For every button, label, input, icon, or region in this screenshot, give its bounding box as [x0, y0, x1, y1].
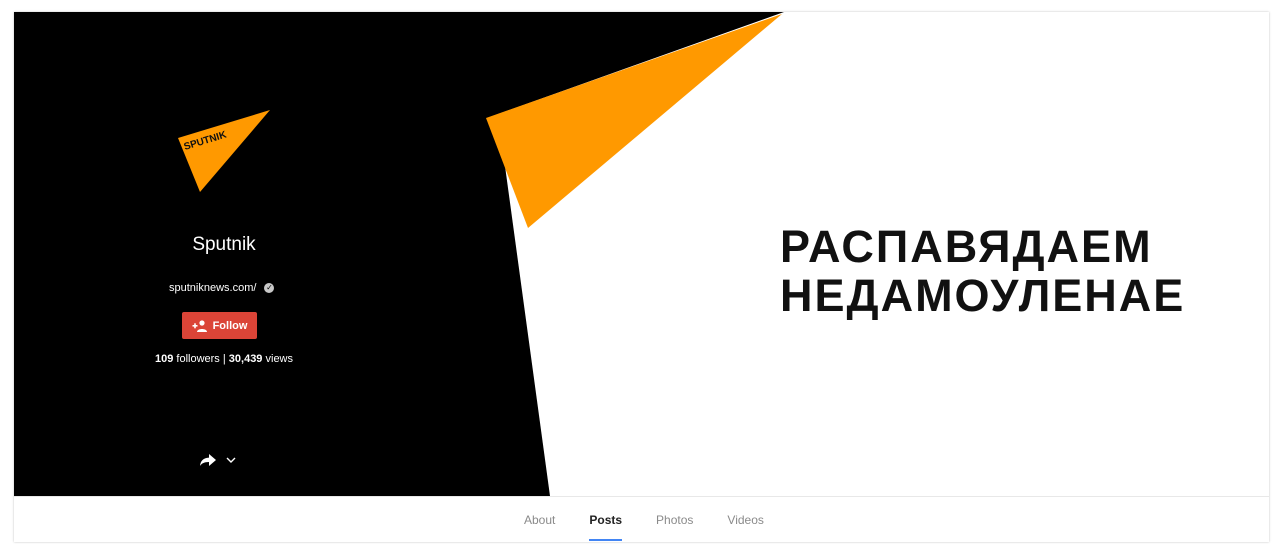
profile-page: SPUTNIK Sputnik sputniknews.com/ ✓ Follo…	[14, 12, 1269, 542]
share-controls	[200, 454, 236, 466]
headline-line-1: РАСПАВЯДАЕМ	[780, 221, 1153, 272]
share-icon[interactable]	[200, 454, 216, 466]
follow-label: Follow	[212, 319, 248, 332]
chevron-down-icon[interactable]	[226, 457, 236, 463]
profile-tabs: About Posts Photos Videos	[524, 497, 764, 542]
profile-panel: SPUTNIK Sputnik sputniknews.com/ ✓ Follo…	[14, 12, 444, 496]
headline-line-2: НЕДАМОУЛЕНАЕ	[780, 270, 1186, 321]
followers-count: 109	[154, 353, 174, 365]
profile-stats: 109 followers | 30,439 views	[129, 353, 319, 365]
tabs-bar: About Posts Photos Videos	[14, 496, 1269, 542]
sputnik-logo[interactable]: SPUTNIK	[174, 104, 274, 194]
tab-about[interactable]: About	[524, 497, 555, 542]
views-label: views	[265, 353, 294, 365]
website-link[interactable]: sputniknews.com/	[169, 282, 256, 294]
cover-area: SPUTNIK Sputnik sputniknews.com/ ✓ Follo…	[14, 12, 1269, 496]
verified-icon: ✓	[264, 283, 275, 293]
profile-name: Sputnik	[192, 234, 256, 255]
views-count: 30,439	[228, 353, 263, 365]
tab-posts[interactable]: Posts	[589, 497, 622, 542]
follow-button[interactable]: Follow	[182, 312, 257, 339]
website-row: sputniknews.com/ ✓	[169, 282, 299, 294]
cover-headline: РАСПАВЯДАЕМ НЕДАМОУЛЕНАЕ	[780, 222, 1185, 320]
add-person-icon	[192, 319, 207, 332]
followers-label: followers |	[176, 353, 226, 365]
tab-videos[interactable]: Videos	[727, 497, 763, 542]
tab-photos[interactable]: Photos	[656, 497, 693, 542]
